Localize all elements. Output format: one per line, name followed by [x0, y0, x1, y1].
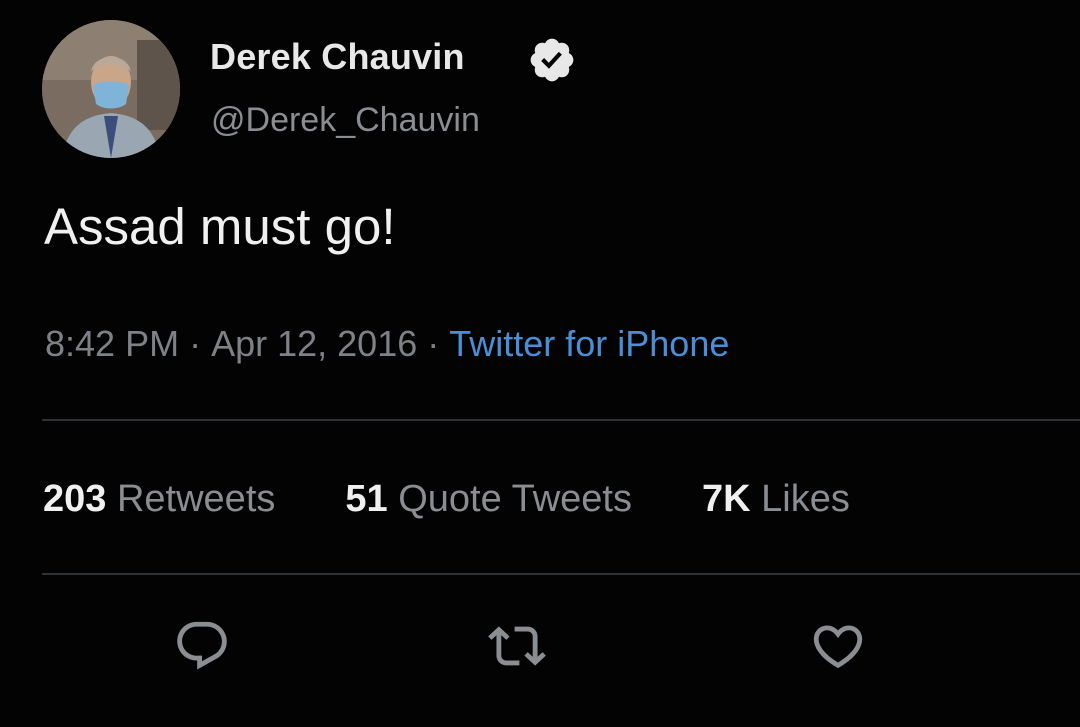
- tweet-metadata: 8:42 PM · Apr 12, 2016 · Twitter for iPhone: [45, 323, 729, 365]
- tweet-card: Derek Chauvin @Derek_Chauvin Assad must …: [0, 0, 1080, 727]
- reply-button[interactable]: [170, 614, 234, 678]
- avatar-image: [42, 20, 180, 158]
- likes-stat[interactable]: 7K Likes: [702, 478, 850, 521]
- like-button[interactable]: [806, 614, 870, 678]
- retweet-button[interactable]: [485, 614, 549, 678]
- meta-separator: ·: [189, 323, 202, 364]
- like-icon: [813, 625, 863, 669]
- reply-icon: [177, 621, 227, 670]
- retweets-stat[interactable]: 203 Retweets: [43, 478, 275, 521]
- meta-separator: ·: [427, 323, 440, 364]
- divider: [42, 419, 1080, 421]
- verified-badge-icon: [530, 38, 574, 82]
- retweets-label: Retweets: [116, 478, 276, 520]
- likes-count: 7K: [702, 478, 751, 520]
- display-name[interactable]: Derek Chauvin: [210, 36, 465, 78]
- user-handle[interactable]: @Derek_Chauvin: [211, 101, 480, 140]
- engagement-stats: 203 Retweets 51 Quote Tweets 7K Likes: [43, 478, 850, 521]
- tweet-time[interactable]: 8:42 PM: [45, 323, 179, 364]
- retweets-count: 203: [43, 478, 107, 520]
- tweet-text: Assad must go!: [44, 198, 396, 255]
- quote-tweets-stat[interactable]: 51 Quote Tweets: [345, 478, 632, 521]
- tweet-date[interactable]: Apr 12, 2016: [211, 323, 417, 364]
- quote-tweets-count: 51: [345, 478, 388, 520]
- quote-tweets-label: Quote Tweets: [398, 478, 632, 520]
- divider: [42, 573, 1080, 575]
- retweet-icon: [488, 626, 546, 666]
- avatar[interactable]: [42, 20, 180, 158]
- tweet-source-link[interactable]: Twitter for iPhone: [449, 323, 729, 364]
- likes-label: Likes: [761, 478, 850, 520]
